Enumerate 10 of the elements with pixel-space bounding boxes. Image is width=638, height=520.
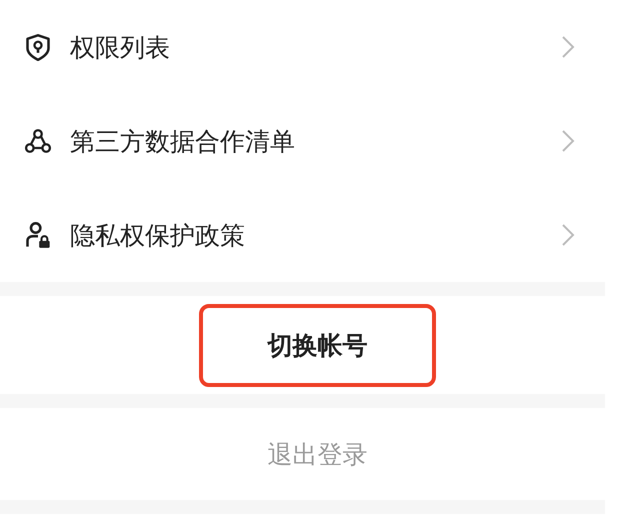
network-icon — [24, 127, 52, 155]
highlighted-button[interactable]: 切换帐号 — [199, 304, 436, 386]
chevron-right-icon — [561, 129, 575, 153]
menu-item-label[interactable]: 权限列表 — [70, 30, 543, 64]
chevron-right-icon — [561, 35, 575, 59]
menu-item-label[interactable]: 隐私权保护政策 — [70, 218, 543, 252]
shield-icon — [24, 33, 52, 61]
user-lock-icon — [24, 221, 52, 249]
menu-item-label[interactable]: 第三方数据合作清单 — [70, 124, 543, 158]
chevron-right-icon — [561, 223, 575, 247]
